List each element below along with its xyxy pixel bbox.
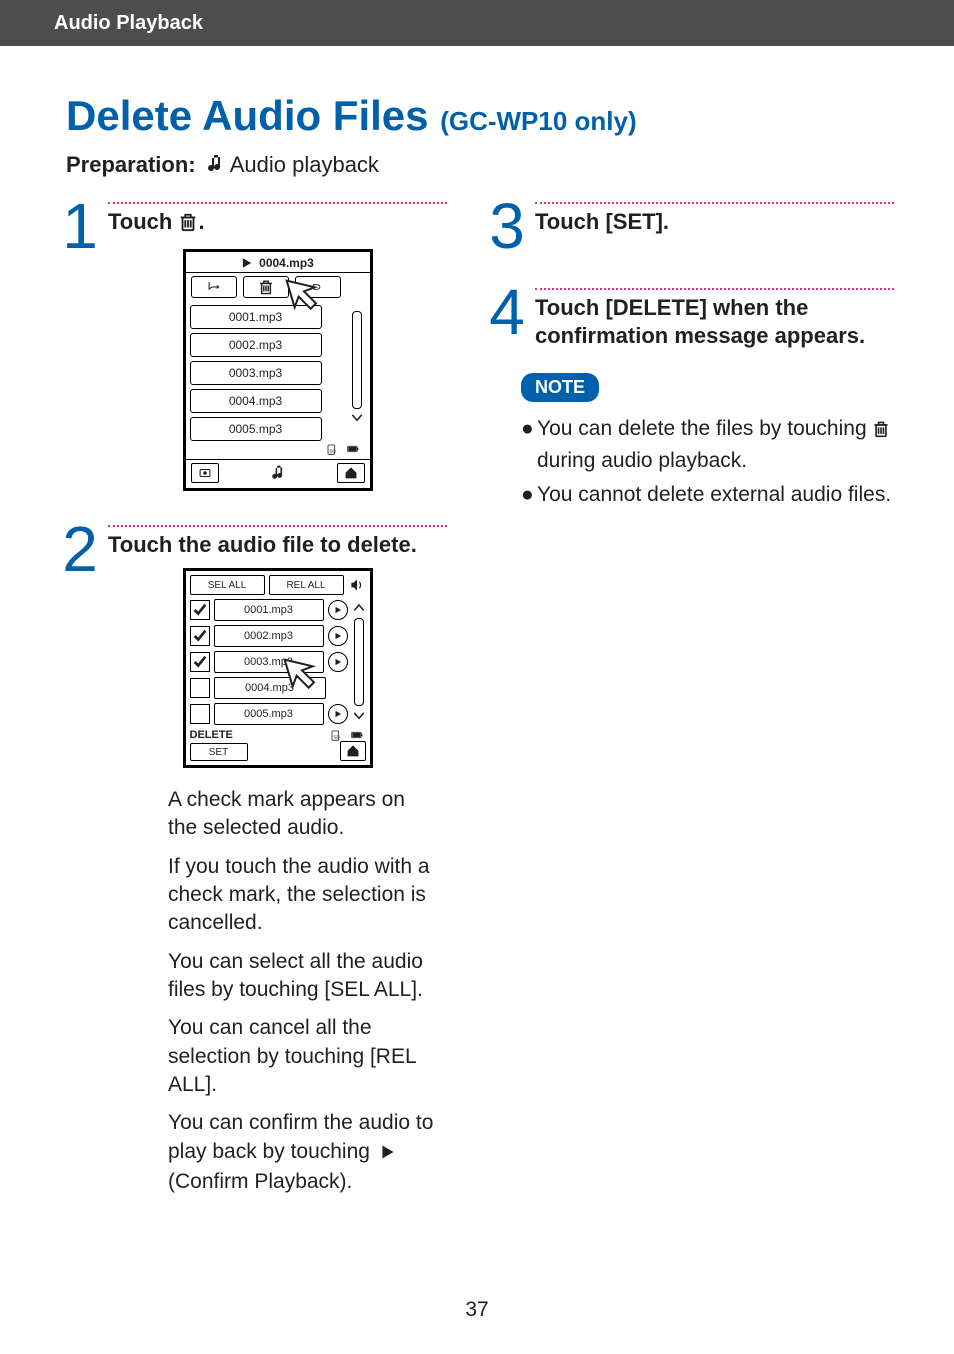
step-3: 3 Touch [SET].	[487, 192, 894, 260]
section-header: Audio Playback	[0, 0, 954, 46]
scrollbar[interactable]	[350, 309, 364, 425]
sd-icon	[328, 729, 344, 741]
play-icon[interactable]	[328, 652, 348, 672]
home-button[interactable]	[337, 463, 365, 483]
step-1: 1 Touch . 0004.mp3	[60, 192, 447, 491]
page-title-sub: (GC-WP10 only)	[440, 106, 636, 136]
music-icon	[204, 153, 226, 175]
device-screen-2: SEL ALL REL ALL 0001.mp3	[183, 568, 373, 768]
step-divider	[535, 202, 894, 204]
file-item[interactable]: 0003.mp3	[190, 361, 322, 385]
note-label: NOTE	[535, 377, 585, 397]
home-button[interactable]	[340, 741, 366, 761]
select-all-button[interactable]: SEL ALL	[190, 575, 265, 595]
page-title: Delete Audio Files (GC-WP10 only)	[66, 92, 954, 140]
set-button[interactable]: SET	[190, 743, 248, 761]
delete-list-row[interactable]: 0001.mp3	[186, 597, 352, 623]
bullet-icon: ●	[521, 414, 537, 476]
preparation-label: Preparation:	[66, 152, 196, 177]
step-2-text: Touch the audio file to delete.	[108, 531, 447, 559]
preparation-text: Audio playback	[230, 152, 379, 177]
checkbox-icon[interactable]	[190, 600, 210, 620]
step-number-4: 4	[487, 284, 527, 346]
bullet-icon: ●	[521, 480, 537, 509]
step-divider	[108, 202, 447, 204]
delete-list-row[interactable]: 0002.mp3	[186, 623, 352, 649]
step-number-2: 2	[60, 521, 100, 583]
section-header-text: Audio Playback	[54, 12, 203, 35]
page-title-main: Delete Audio Files	[66, 92, 429, 139]
file-item[interactable]: 0002.mp3	[190, 333, 322, 357]
step-divider	[535, 288, 894, 290]
step-number-3: 3	[487, 198, 527, 260]
para: You can cancel all the selection by touc…	[168, 1014, 437, 1099]
step-divider	[108, 525, 447, 527]
para: You can select all the audio files by to…	[168, 948, 437, 1005]
now-playing-bar: 0004.mp3	[186, 252, 370, 273]
note-badge: NOTE	[521, 373, 599, 402]
file-item[interactable]: 0005.mp3	[190, 417, 322, 441]
play-solid-icon	[380, 1140, 396, 1168]
file-item[interactable]: 0004.mp3	[190, 389, 322, 413]
speaker-icon	[348, 575, 366, 595]
step-2: 2 Touch the audio file to delete. SEL AL…	[60, 515, 447, 769]
chevron-down-icon[interactable]	[352, 709, 366, 723]
note-list: ● You can delete the files by touching d…	[521, 414, 894, 509]
step-4: 4 Touch [DELETE] when the confirmation m…	[487, 278, 894, 349]
device-screen-1: 0004.mp3 0001.mp3	[183, 249, 373, 491]
preparation-line: Preparation: Audio playback	[66, 152, 954, 178]
play-icon[interactable]	[328, 626, 348, 646]
step-2-description: A check mark appears on the selected aud…	[168, 786, 447, 1196]
delete-button[interactable]	[243, 276, 289, 298]
checkbox-icon[interactable]	[190, 678, 210, 698]
step-1-after: .	[198, 209, 204, 234]
para: You can confirm the audio to play back b…	[168, 1109, 437, 1196]
cursor-pointer-icon	[284, 278, 324, 318]
camera-mode-button[interactable]	[191, 463, 219, 483]
release-all-button[interactable]: REL ALL	[269, 575, 344, 595]
delete-list-row[interactable]: 0003.mp3	[186, 649, 352, 675]
note-item: You can delete the files by touching dur…	[537, 414, 894, 476]
checkbox-icon[interactable]	[190, 626, 210, 646]
now-playing-name: 0004.mp3	[259, 256, 314, 270]
step-4-text: Touch [DELETE] when the confirmation mes…	[535, 294, 894, 349]
note-item: You cannot delete external audio files.	[537, 480, 891, 509]
delete-list-row[interactable]: 0005.mp3	[186, 701, 352, 727]
delete-list-row[interactable]: 0004.mp3	[186, 675, 352, 701]
checkbox-icon[interactable]	[190, 652, 210, 672]
play-icon[interactable]	[328, 600, 348, 620]
battery-icon	[348, 729, 366, 741]
play-icon[interactable]	[328, 704, 348, 724]
music-icon	[267, 464, 289, 482]
step-3-text: Touch [SET].	[535, 208, 894, 236]
shuffle-button[interactable]	[191, 276, 237, 298]
trash-icon	[178, 211, 198, 239]
step-1-text: Touch .	[108, 208, 447, 239]
chevron-up-icon[interactable]	[352, 601, 366, 615]
battery-icon	[344, 443, 362, 455]
step-1-before: Touch	[108, 209, 172, 234]
sd-icon	[324, 443, 340, 455]
para: If you touch the audio with a check mark…	[168, 853, 437, 938]
delete-label: DELETE	[190, 729, 233, 741]
step-number-1: 1	[60, 198, 100, 260]
para: A check mark appears on the selected aud…	[168, 786, 437, 843]
checkbox-icon[interactable]	[190, 704, 210, 724]
cursor-pointer-icon	[282, 657, 322, 697]
page-number: 37	[0, 1298, 954, 1322]
chevron-down-icon[interactable]	[350, 411, 364, 425]
trash-icon	[872, 417, 890, 446]
